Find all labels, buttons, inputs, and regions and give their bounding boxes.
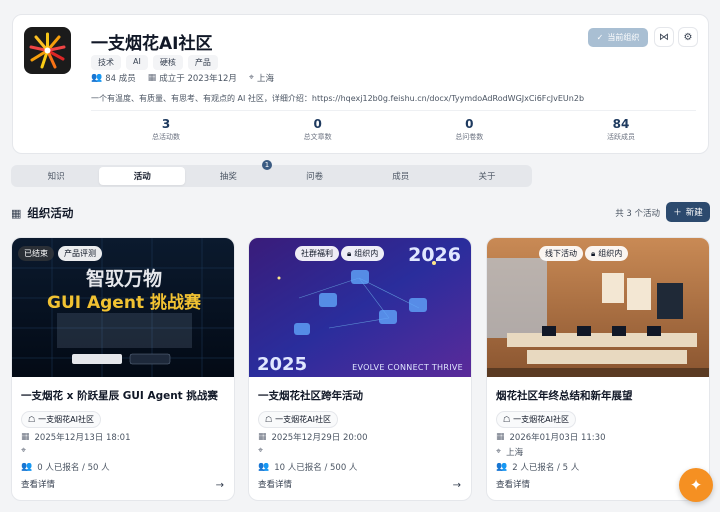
plus-icon: ＋ xyxy=(673,208,682,218)
calendar-icon: ▦ xyxy=(11,206,22,220)
calendar-icon: ▦ xyxy=(496,432,505,442)
community-logo xyxy=(24,27,71,74)
users-icon: 👥 xyxy=(21,462,33,472)
community-stats: 3 总活动数 0 总文章数 0 总问卷数 84 活跃成员 xyxy=(91,117,696,142)
event-location: ⌖ xyxy=(258,446,268,456)
location-pin-icon: ⌖ xyxy=(21,446,27,456)
tag-tech[interactable]: 技术 xyxy=(91,55,121,70)
new-activity-button[interactable]: ＋ 新建 xyxy=(666,202,710,222)
event-signup: 👥 10 人已报名 / 500 人 xyxy=(258,462,358,473)
card-title[interactable]: 一支烟花社区跨年活动 xyxy=(258,388,363,403)
ai-assistant-button[interactable]: ✦ xyxy=(679,468,713,502)
arrow-right-icon[interactable]: → xyxy=(453,480,461,491)
sparkle-icon: ✦ xyxy=(689,476,703,494)
card-title[interactable]: 烟花社区年终总结和新年展望 xyxy=(496,388,633,403)
activity-count: 共 3 个活动 xyxy=(615,209,660,219)
calendar-icon: ▦ xyxy=(258,432,267,442)
location-pin-icon: ⌖ xyxy=(496,447,502,457)
share-icon: ⋈ xyxy=(659,31,669,43)
community-description: 一个有温度、有质量、有思考、有观点的 AI 社区，详细介绍：https://hq… xyxy=(91,94,585,103)
tag-hardcore[interactable]: 硬核 xyxy=(152,55,183,70)
event-date: ▦ 2025年12月13日 18:01 xyxy=(21,432,131,443)
users-icon: 👥 xyxy=(91,73,103,83)
status-badge-ended: 已结束 xyxy=(18,246,54,261)
banner-year-top: 2026 xyxy=(408,244,461,266)
org-icon: ☖ xyxy=(503,415,511,424)
location-pin-icon: ⌖ xyxy=(248,73,254,83)
visibility-badge: 🔒︎ 组织内 xyxy=(585,246,629,261)
tag-ai[interactable]: AI xyxy=(126,55,148,70)
card-title[interactable]: 一支烟花 x 阶跃星辰 GUI Agent 挑战赛 xyxy=(21,388,218,403)
location-pin-icon: ⌖ xyxy=(258,446,264,456)
visibility-badge: 🔒︎ 组织内 xyxy=(341,246,385,261)
activity-card-2[interactable]: 2026 2025 EVOLVE CONNECT THRIVE 社群福利 🔒︎ 组… xyxy=(248,237,472,501)
event-signup: 👥 2 人已报名 / 5 人 xyxy=(496,462,580,473)
community-meta: 👥 84 成员 ▦ 成立于 2023年12月 ⌖ 上海 xyxy=(91,72,274,84)
stat-articles: 0 总文章数 xyxy=(303,117,332,141)
tag-product[interactable]: 产品 xyxy=(187,55,218,70)
stat-members: 84 活跃成员 xyxy=(606,117,635,141)
community-header: 一支烟花AI社区 技术 AI 硬核 产品 👥 84 成员 ▦ 成立于 2023年12… xyxy=(12,14,709,154)
settings-button[interactable]: ⚙ xyxy=(678,27,698,47)
org-icon: ☖ xyxy=(28,415,36,424)
event-location: ⌖ 上海 xyxy=(496,447,524,458)
calendar-icon: ▦ xyxy=(21,432,30,442)
banner-year-bottom: 2025 xyxy=(257,354,308,375)
current-org-button[interactable]: ✓ 当前组织 xyxy=(588,28,648,47)
section-title: ▦ 组织活动 xyxy=(11,206,74,220)
tab-lottery[interactable]: 抽奖 xyxy=(185,167,271,185)
category-badge: 线下活动 xyxy=(539,246,583,261)
activity-card-3[interactable]: 线下活动 🔒︎ 组织内 烟花社区年终总结和新年展望 ☖ 一支烟花AI社区 ▦ 20… xyxy=(486,237,710,501)
tab-bar: 知识 活动 抽奖 问卷 成员 关于 xyxy=(11,165,532,187)
stat-activities: 3 总活动数 xyxy=(152,117,180,141)
gear-icon: ⚙ xyxy=(683,31,693,43)
users-icon: 👥 xyxy=(258,462,270,472)
stat-surveys: 0 总问卷数 xyxy=(455,117,484,141)
tab-survey[interactable]: 问卷 xyxy=(272,167,358,185)
view-details-link[interactable]: 查看详情 xyxy=(21,478,55,490)
community-tags: 技术 AI 硬核 产品 xyxy=(91,55,218,70)
org-chip[interactable]: ☖ 一支烟花AI社区 xyxy=(258,411,339,428)
arrow-right-icon[interactable]: → xyxy=(216,480,224,491)
event-signup: 👥 0 人已报名 / 50 人 xyxy=(21,462,110,473)
members-meta: 👥 84 成员 xyxy=(91,73,136,84)
event-location: ⌖ xyxy=(21,446,31,456)
users-icon: 👥 xyxy=(496,462,508,472)
tab-about[interactable]: 关于 xyxy=(444,167,530,185)
lock-icon: 🔒︎ xyxy=(347,248,352,258)
org-icon: ☖ xyxy=(265,415,273,424)
activity-card-1[interactable]: 智驭万物 GUI Agent 挑战赛 已结束 产品评测 一支烟花 x 阶跃星辰 … xyxy=(11,237,235,501)
event-date: ▦ 2026年01月03日 11:30 xyxy=(496,432,606,443)
view-details-link[interactable]: 查看详情 xyxy=(258,478,292,490)
divider xyxy=(91,110,696,111)
tab-knowledge[interactable]: 知识 xyxy=(13,167,99,185)
location-meta: ⌖ 上海 xyxy=(248,73,275,84)
tab-notification-badge: 1 xyxy=(262,160,272,170)
org-chip[interactable]: ☖ 一支烟花AI社区 xyxy=(496,411,577,428)
category-badge: 社群福利 xyxy=(295,246,339,261)
community-title: 一支烟花AI社区 xyxy=(91,34,213,54)
category-badge: 产品评测 xyxy=(58,246,102,261)
tab-members[interactable]: 成员 xyxy=(358,167,444,185)
check-icon: ✓ xyxy=(596,33,604,42)
lock-icon: 🔒︎ xyxy=(591,248,596,258)
founded-meta: ▦ 成立于 2023年12月 xyxy=(147,73,237,84)
share-button[interactable]: ⋈ xyxy=(654,27,674,47)
banner-title-sub: GUI Agent 挑战赛 xyxy=(46,293,201,313)
calendar-icon: ▦ xyxy=(147,73,157,83)
banner-slogan: EVOLVE CONNECT THRIVE xyxy=(352,363,463,372)
banner-title-main: 智驭万物 xyxy=(85,268,162,290)
org-chip[interactable]: ☖ 一支烟花AI社区 xyxy=(21,411,102,428)
view-details-link[interactable]: 查看详情 xyxy=(496,478,530,490)
tab-activities[interactable]: 活动 xyxy=(99,167,186,185)
event-date: ▦ 2025年12月29日 20:00 xyxy=(258,432,368,443)
